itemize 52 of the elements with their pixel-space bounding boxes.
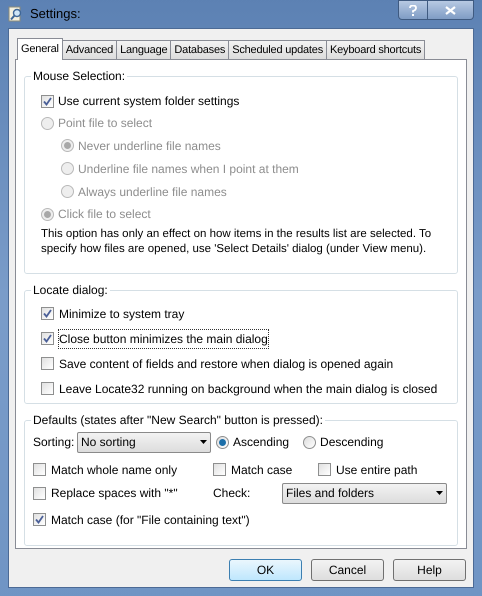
checkbox-label: Leave Locate32 running on background when the main dialog is closed bbox=[58, 380, 438, 398]
tab[interactable]: Scheduled updates bbox=[228, 40, 327, 59]
radio-label: Descending bbox=[320, 434, 384, 451]
checkbox[interactable] bbox=[33, 486, 46, 500]
dropdown[interactable]: Files and folders bbox=[282, 482, 447, 504]
checkbox[interactable] bbox=[33, 463, 46, 476]
window-title: Settings: bbox=[30, 5, 81, 24]
checkbox-label: Replace spaces with "*" bbox=[50, 485, 179, 502]
check-label: Check: bbox=[213, 485, 252, 502]
dropdown-arrow-icon bbox=[200, 440, 207, 444]
radio-label: Underline file names when I point at them bbox=[78, 160, 299, 178]
group-title: Defaults (states after "New Search" button is pressed): bbox=[31, 412, 325, 428]
dropdown[interactable]: No sorting bbox=[77, 432, 211, 452]
dropdown-arrow-icon bbox=[436, 491, 443, 495]
note-text: This option has only an effect on how items in the results list are selected. To specify how files are opened, use 'Select Details' dialog (under View menu). bbox=[41, 227, 432, 257]
checkbox[interactable] bbox=[318, 463, 331, 476]
checkbox[interactable] bbox=[41, 357, 54, 370]
checkbox[interactable] bbox=[41, 94, 54, 108]
checkbox-label: Close button minimizes the main dialog bbox=[58, 328, 269, 348]
tab[interactable]: Language bbox=[116, 40, 172, 59]
radio-button[interactable] bbox=[303, 436, 316, 448]
radio-button[interactable] bbox=[216, 436, 229, 448]
dialog-button[interactable]: OK bbox=[229, 559, 302, 581]
checkbox[interactable] bbox=[41, 307, 54, 320]
radio-label: Ascending bbox=[233, 434, 290, 451]
dialog-button[interactable]: Help bbox=[393, 559, 466, 581]
checkbox[interactable] bbox=[41, 332, 54, 345]
checkbox[interactable] bbox=[213, 463, 226, 476]
help-icon bbox=[409, 4, 417, 16]
checkbox-label: Match whole name only bbox=[50, 462, 178, 478]
tab[interactable]: General bbox=[17, 38, 63, 60]
tab[interactable]: Advanced bbox=[62, 40, 118, 59]
radio-label: Never underline file names bbox=[78, 138, 221, 154]
radio-label: Always underline file names bbox=[78, 184, 227, 200]
tab[interactable]: Databases bbox=[170, 40, 230, 59]
group-title: Locate dialog: bbox=[31, 282, 110, 298]
checkbox[interactable] bbox=[41, 382, 54, 395]
help-button[interactable] bbox=[398, 0, 428, 20]
checkbox-label: Minimize to system tray bbox=[58, 306, 186, 322]
checkbox-label: Use current system folder settings bbox=[58, 93, 240, 110]
radio-label: Point file to select bbox=[58, 115, 152, 132]
search-icon bbox=[8, 6, 24, 22]
checkbox-label: Match case bbox=[230, 462, 294, 478]
close-icon bbox=[445, 6, 456, 14]
checkbox-label: Save content of fields and restore when dialog is opened again bbox=[58, 356, 394, 372]
dialog-button[interactable]: Cancel bbox=[311, 559, 384, 581]
checkbox-label: Use entire path bbox=[335, 462, 418, 478]
checkbox[interactable] bbox=[33, 513, 46, 526]
close-button[interactable] bbox=[428, 0, 474, 20]
checkbox-label: Match case (for "File containing text") bbox=[50, 512, 251, 528]
tab[interactable]: Keyboard shortcuts bbox=[326, 40, 426, 59]
radio-label: Click file to select bbox=[58, 206, 151, 223]
